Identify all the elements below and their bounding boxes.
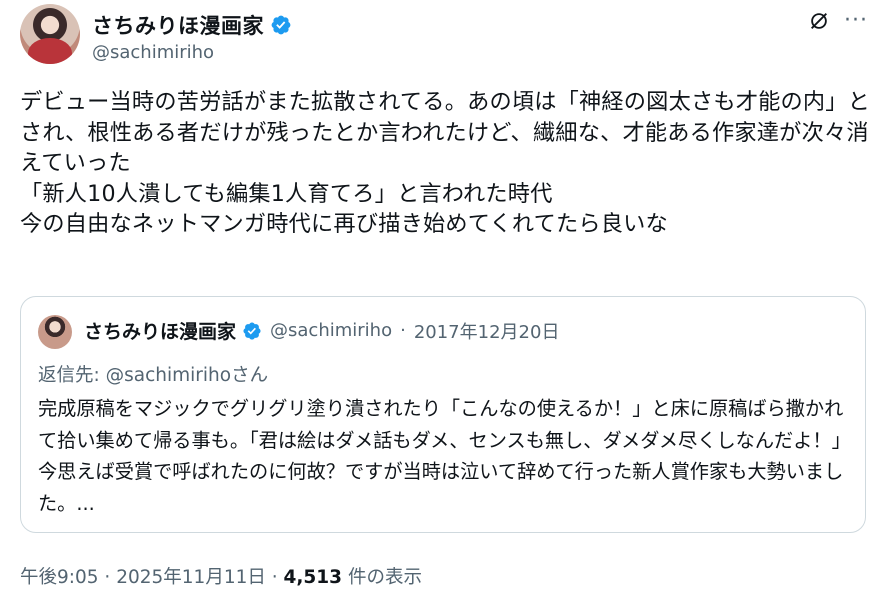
tweet-header: さちみりほ漫画家 @sachimiriho ··· — [20, 4, 872, 72]
reply-mention[interactable]: @sachimiriho — [106, 365, 231, 386]
author-display-name[interactable]: さちみりほ漫画家 — [92, 10, 264, 40]
quote-author-handle[interactable]: @sachimiriho — [270, 320, 392, 341]
meta-separator: · — [98, 567, 117, 588]
reply-suffix: さん — [231, 365, 269, 386]
tweet-date[interactable]: 2025年11月11日 — [116, 567, 266, 588]
reply-prefix: 返信先: — [38, 365, 106, 386]
quote-verified-badge-icon — [243, 321, 261, 340]
quote-text: 完成原稿をマジックでグリグリ塗り潰されたり「こんなの使えるか！」と床に原稿ばら撒… — [38, 397, 851, 515]
quote-author-display-name[interactable]: さちみりほ漫画家 — [84, 317, 236, 344]
tweet-meta: 午後9:05 · 2025年11月11日 · 4,513 件の表示 — [20, 563, 422, 589]
meta-separator: · — [265, 567, 284, 588]
tweet-time[interactable]: 午後9:05 — [20, 567, 99, 588]
views-count[interactable]: 4,513 — [284, 567, 343, 588]
quoted-tweet[interactable]: さちみりほ漫画家 @sachimiriho · 2017年12月20日 返信先:… — [20, 296, 866, 533]
quote-reply-to: 返信先: @sachimirihoさん — [38, 361, 268, 387]
views-label: 件の表示 — [342, 567, 422, 588]
quote-date[interactable]: 2017年12月20日 — [414, 318, 560, 344]
quote-author-avatar[interactable] — [38, 315, 72, 349]
verified-badge-icon — [271, 15, 291, 35]
author-name-row: さちみりほ漫画家 — [92, 10, 292, 40]
quote-separator: · — [400, 320, 406, 341]
grok-icon[interactable] — [808, 10, 830, 32]
quote-header: さちみりほ漫画家 @sachimiriho · 2017年12月20日 — [84, 317, 559, 344]
tweet-text: デビュー当時の苦労話がまた拡散されてる。あの頃は「神経の図太さも才能の内」とされ… — [20, 89, 871, 237]
author-avatar[interactable] — [20, 4, 80, 64]
more-options-icon[interactable]: ··· — [844, 8, 868, 33]
author-handle[interactable]: @sachimiriho — [92, 42, 214, 63]
